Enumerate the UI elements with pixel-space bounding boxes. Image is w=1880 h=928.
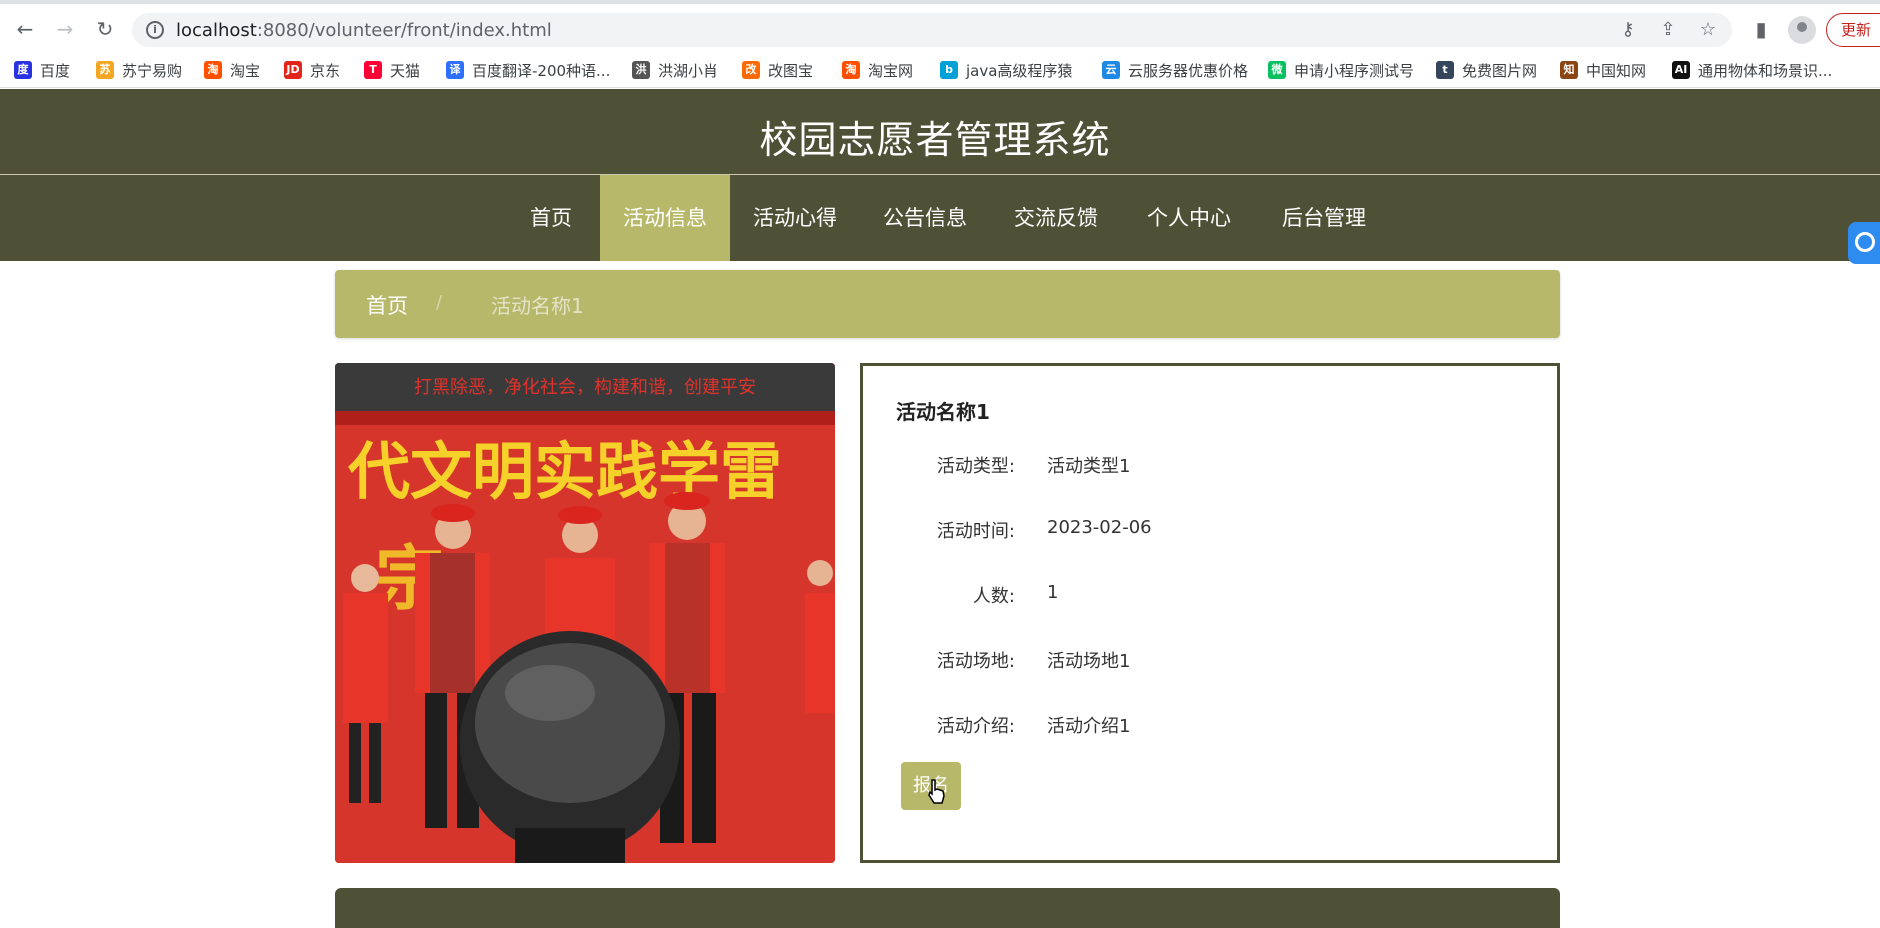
- hongHu-icon: 洪: [632, 61, 650, 79]
- activity-photo: 打黑除恶，净化社会，构建和谐，创建平安 代文明实践学雷 宗: [335, 363, 835, 863]
- activity-field-row: 活动介绍: 活动介绍1: [863, 712, 1553, 742]
- bookmark-item[interactable]: T 天猫: [364, 58, 420, 82]
- update-button[interactable]: 更新: [1826, 13, 1880, 47]
- baidu-translate-icon: 译: [446, 61, 464, 79]
- tmall-icon: T: [364, 61, 382, 79]
- bookmark-item[interactable]: 洪洪湖小肖: [632, 58, 718, 82]
- photo-banner-main: 代文明实践学雷: [347, 435, 782, 508]
- key-icon[interactable]: ⚷: [1616, 18, 1640, 42]
- field-label: 活动场地:: [936, 651, 1015, 672]
- breadcrumb: 首页 / 活动名称1: [335, 270, 1560, 338]
- bookmark-label: 云服务器优惠价格: [1128, 61, 1249, 80]
- bookmark-label: 免费图片网: [1462, 61, 1538, 80]
- activity-field-row: 人数: 1: [863, 582, 1553, 612]
- bookmark-label: 申请小程序测试号: [1294, 61, 1415, 80]
- activity-field-row: 活动时间: 2023-02-06: [863, 517, 1553, 547]
- field-value: 2023-02-06: [1047, 517, 1152, 538]
- photo-banner-top: 打黑除恶，净化社会，构建和谐，创建平安: [414, 377, 756, 398]
- address-bar[interactable]: i localhost:8080/volunteer/front/index.h…: [132, 13, 1732, 47]
- bookmark-label: 淘宝: [230, 61, 261, 80]
- site-title: 校园志愿者管理系统: [759, 118, 1111, 162]
- bookmark-item[interactable]: t 免费图片网: [1436, 58, 1537, 82]
- bookmark-item[interactable]: AI 通用物体和场景识...: [1672, 58, 1832, 82]
- field-label: 活动时间:: [936, 521, 1015, 542]
- main-nav: 首页 活动信息 活动心得 公告信息 交流反馈 个人中心 后台管理: [0, 175, 1880, 261]
- field-value: 活动场地1: [1047, 651, 1131, 672]
- bookmark-label: 百度翻译-200种语...: [472, 61, 611, 80]
- back-icon[interactable]: ←: [14, 18, 36, 40]
- bilibili-icon: b: [940, 61, 958, 79]
- bookmark-item[interactable]: 苏苏宁易购: [96, 58, 182, 82]
- footer-section: [335, 888, 1560, 928]
- bookmark-label: java高级程序猿: [966, 61, 1073, 80]
- site-header: 校园志愿者管理系统: [0, 89, 1880, 175]
- nav-item-4[interactable]: 公告信息: [870, 175, 980, 261]
- ai-icon: AI: [1672, 61, 1690, 79]
- bookmark-label: 百度: [40, 61, 71, 80]
- url-path: :8080/volunteer/front/index.html: [256, 20, 552, 41]
- browser-toolbar: ← → ↻ i localhost:8080/volunteer/front/i…: [0, 0, 1880, 52]
- side-panel-icon[interactable]: ▮: [1748, 16, 1774, 42]
- breadcrumb-current: 活动名称1: [491, 294, 584, 318]
- suning-icon: 苏: [96, 61, 114, 79]
- bookmark-label: 京东: [310, 61, 341, 80]
- nav-item-1[interactable]: 首页: [518, 175, 584, 261]
- bookmark-label: 中国知网: [1586, 61, 1647, 80]
- field-value: 活动类型1: [1047, 456, 1131, 477]
- field-value: 1: [1047, 582, 1059, 603]
- cnki-icon: 知: [1560, 61, 1578, 79]
- activity-field-row: 活动类型: 活动类型1: [863, 452, 1553, 482]
- reload-icon[interactable]: ↻: [94, 18, 116, 40]
- activity-photo-illustration: 打黑除恶，净化社会，构建和谐，创建平安 代文明实践学雷 宗: [335, 363, 835, 863]
- taobao-net-icon: 淘: [842, 61, 860, 79]
- tumblr-icon: t: [1436, 61, 1454, 79]
- taobao-icon: 淘: [204, 61, 222, 79]
- bookmark-item[interactable]: 淘淘宝网: [842, 58, 913, 82]
- field-label: 活动类型:: [936, 456, 1015, 477]
- nav-item-6[interactable]: 个人中心: [1132, 175, 1246, 261]
- activity-title: 活动名称1: [896, 400, 990, 424]
- jd-icon: JD: [284, 61, 302, 79]
- profile-avatar[interactable]: [1788, 16, 1816, 44]
- breadcrumb-home[interactable]: 首页: [366, 290, 408, 320]
- bookmark-item[interactable]: 度百度: [14, 58, 70, 82]
- bookmark-item[interactable]: 云云服务器优惠价格: [1102, 58, 1248, 82]
- bookmark-item[interactable]: 知中国知网: [1560, 58, 1646, 82]
- bookmark-item[interactable]: 改改图宝: [742, 58, 813, 82]
- nav-item-2[interactable]: 活动信息: [600, 175, 730, 261]
- wechat-icon: 微: [1268, 61, 1286, 79]
- bookmark-item[interactable]: JD 京东: [284, 58, 340, 82]
- nav-item-3[interactable]: 活动心得: [741, 175, 849, 261]
- forward-icon[interactable]: →: [54, 18, 76, 40]
- star-icon[interactable]: ☆: [1696, 18, 1720, 42]
- share-icon[interactable]: ⇪: [1656, 18, 1680, 42]
- bookmark-label: 改图宝: [768, 61, 814, 80]
- url-text[interactable]: localhost:8080/volunteer/front/index.htm…: [176, 20, 552, 41]
- breadcrumb-separator: /: [436, 292, 443, 313]
- bookmark-label: 通用物体和场景识...: [1698, 61, 1833, 80]
- activity-field-row: 活动场地: 活动场地1: [863, 647, 1553, 677]
- field-label: 人数:: [972, 586, 1015, 607]
- nav-item-7[interactable]: 后台管理: [1262, 175, 1386, 261]
- bookmarks-bar: 度百度苏苏宁易购淘淘宝 JD 京东 T 天猫译百度翻译-200种语... 洪洪湖小肖改改图…: [0, 52, 1880, 88]
- bookmark-item[interactable]: 微申请小程序测试号: [1268, 58, 1414, 82]
- nav-item-5[interactable]: 交流反馈: [1001, 175, 1111, 261]
- floating-assistant-icon[interactable]: [1848, 222, 1880, 264]
- bookmark-item[interactable]: 淘淘宝: [204, 58, 260, 82]
- field-label: 活动介绍:: [936, 716, 1015, 737]
- cloud-icon: 云: [1102, 61, 1120, 79]
- hand-cursor-icon: [928, 779, 945, 804]
- url-host: localhost: [176, 20, 257, 41]
- bookmark-label: 淘宝网: [868, 61, 914, 80]
- bookmark-label: 天猫: [390, 61, 421, 80]
- gaitubao-icon: 改: [742, 61, 760, 79]
- bookmark-item[interactable]: b java高级程序猿: [940, 58, 1072, 82]
- site-info-icon[interactable]: i: [146, 21, 164, 39]
- baidu-icon: 度: [14, 61, 32, 79]
- field-value: 活动介绍1: [1047, 716, 1131, 737]
- bookmark-item[interactable]: 译百度翻译-200种语...: [446, 58, 610, 82]
- bookmark-label: 苏宁易购: [122, 61, 183, 80]
- activity-info-panel: 活动名称1 活动类型: 活动类型1 活动时间: 2023-02-06 人数: 1 活动场地:…: [860, 363, 1560, 863]
- bookmark-label: 洪湖小肖: [658, 61, 719, 80]
